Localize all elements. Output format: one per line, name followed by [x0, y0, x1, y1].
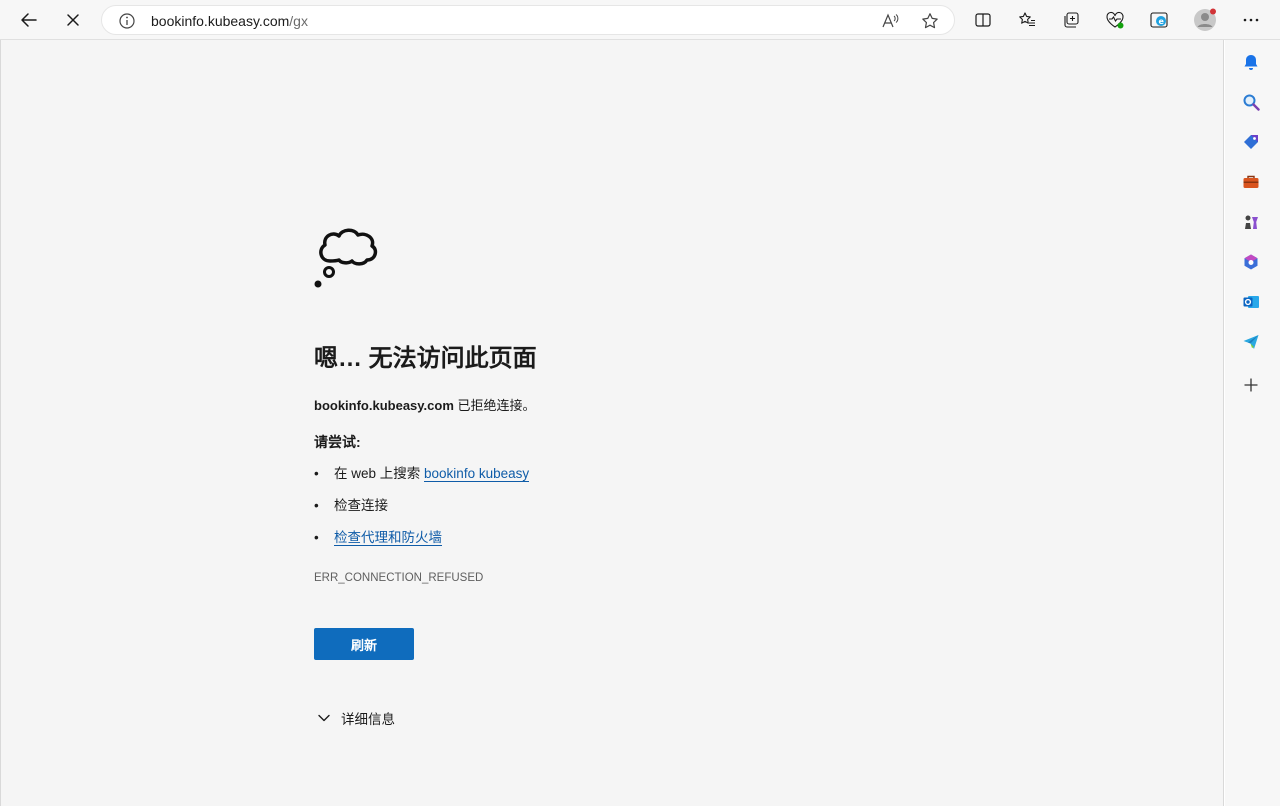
details-toggle[interactable]: 详细信息 — [317, 708, 395, 728]
search-icon — [1243, 94, 1260, 111]
check-proxy-firewall-link[interactable]: 检查代理和防火墙 — [334, 530, 442, 546]
suggestions-list: 在 web 上搜索 bookinfo kubeasy 检查连接 检查代理和防火墙 — [314, 464, 530, 560]
search-web-link[interactable]: bookinfo kubeasy — [424, 466, 530, 482]
edge-sidebar — [1225, 40, 1280, 806]
search-prefix: 在 web 上搜索 — [334, 466, 425, 481]
outlook-button[interactable] — [1239, 290, 1263, 314]
chevron-down-icon — [318, 714, 330, 722]
favorites-star-list-icon — [1019, 12, 1035, 27]
search-button[interactable] — [1239, 90, 1263, 114]
tag-icon — [1244, 135, 1258, 149]
url-host: bookinfo.kubeasy.com — [151, 13, 290, 29]
more-horizontal-icon — [1243, 18, 1259, 22]
check-connection-text: 检查连接 — [334, 498, 388, 513]
shopping-button[interactable] — [1239, 130, 1263, 154]
settings-and-more-button[interactable] — [1235, 4, 1267, 36]
list-item: 检查代理和防火墙 — [314, 528, 529, 560]
refresh-button[interactable]: 刷新 — [314, 628, 414, 660]
notifications-button[interactable] — [1239, 50, 1263, 74]
star-icon — [922, 13, 938, 29]
avatar-icon — [1194, 8, 1216, 31]
customize-sidebar-button[interactable] — [1239, 373, 1263, 397]
chess-piece-icon — [1245, 215, 1258, 229]
heart-pulse-icon — [1106, 11, 1124, 29]
microsoft-365-icon — [1244, 254, 1258, 270]
read-aloud-button[interactable] — [878, 9, 902, 33]
list-item: 检查连接 — [314, 496, 529, 528]
split-screen-button[interactable] — [967, 4, 999, 36]
profile-button[interactable] — [1189, 4, 1221, 36]
drop-button[interactable] — [1239, 330, 1263, 354]
split-screen-icon — [975, 13, 991, 27]
ie-mode-icon: e — [1150, 12, 1168, 28]
list-item: 在 web 上搜索 bookinfo kubeasy — [314, 464, 530, 496]
error-message: bookinfo.kubeasy.com 已拒绝连接。 — [314, 395, 536, 414]
thought-cloud-icon — [314, 228, 378, 288]
collections-button[interactable] — [1055, 4, 1087, 36]
toolbox-icon — [1243, 175, 1259, 188]
bell-icon — [1244, 55, 1258, 70]
plus-icon — [1244, 378, 1258, 392]
paper-plane-icon — [1243, 335, 1259, 349]
close-icon — [67, 14, 79, 26]
stop-loading-button[interactable] — [57, 4, 89, 36]
outlook-icon — [1243, 296, 1259, 308]
url-text[interactable]: bookinfo.kubeasy.com/gx — [151, 13, 308, 29]
favorite-button[interactable] — [918, 9, 942, 33]
page-content: 嗯… 无法访问此页面 bookinfo.kubeasy.com 已拒绝连接。 请… — [0, 40, 1224, 806]
page-title: 嗯… 无法访问此页面 — [314, 345, 537, 372]
read-aloud-icon — [882, 13, 899, 28]
url-path: /gx — [289, 13, 308, 29]
address-bar[interactable]: bookinfo.kubeasy.com/gx — [101, 5, 955, 35]
microsoft-365-button[interactable] — [1239, 250, 1263, 274]
tools-button[interactable] — [1239, 170, 1263, 194]
arrow-left-icon — [21, 13, 37, 27]
browser-essentials-button[interactable] — [1099, 4, 1131, 36]
details-label: 详细信息 — [341, 712, 395, 727]
favorites-button[interactable] — [1011, 4, 1043, 36]
error-code: ERR_CONNECTION_REFUSED — [314, 572, 484, 584]
try-heading: 请尝试: — [314, 434, 361, 450]
error-message-suffix: 已拒绝连接。 — [453, 398, 536, 413]
error-host: bookinfo.kubeasy.com — [314, 398, 454, 413]
back-button[interactable] — [13, 4, 45, 36]
browser-toolbar: bookinfo.kubeasy.com/gx e — [0, 0, 1280, 40]
info-icon[interactable] — [118, 12, 136, 30]
collections-icon — [1064, 12, 1079, 28]
svg-text:e: e — [1159, 17, 1165, 26]
ie-mode-button[interactable]: e — [1143, 4, 1175, 36]
games-button[interactable] — [1239, 210, 1263, 234]
